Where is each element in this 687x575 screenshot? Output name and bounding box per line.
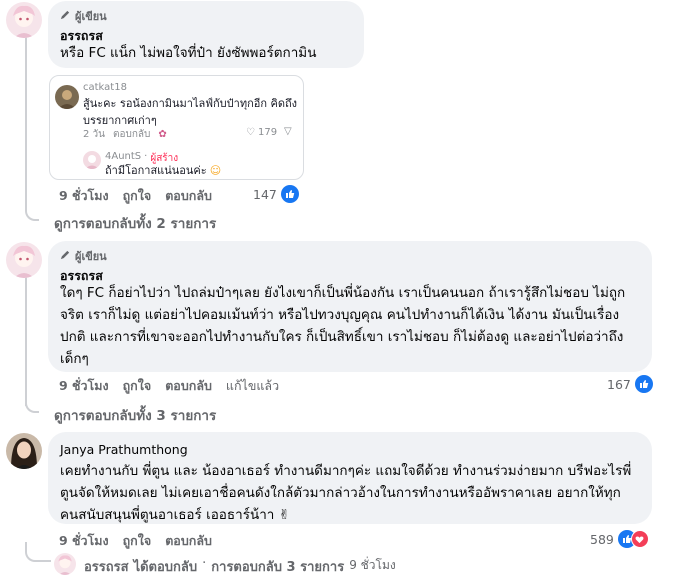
comment-text-line: ตูนจัดให้หมดเลย ไม่เคยเอาชื่อคนดังใกล้ตั… (60, 485, 621, 501)
view-replies-link[interactable]: ดูการตอบกลับทั้ง 2 รายการ (54, 212, 216, 234)
avatar[interactable] (54, 553, 76, 575)
separator: · (202, 556, 207, 571)
reply-summary[interactable]: อรรถรส ได้ตอบกลับ · การตอบกลับ 3 รายการ … (84, 556, 396, 575)
comment-author[interactable]: อรรถรส (60, 266, 640, 283)
comment-thread: ผู้เขียน อรรถรส หรือ FC แน็ก ไม่พอใจที่ป… (0, 0, 687, 575)
thumbs-up-icon (280, 185, 299, 203)
thumbs-up-icon (634, 375, 653, 393)
reply-summary-name: อรรถรส (84, 560, 129, 575)
comment-text-line: ใดๆ FC ก็อย่าไปว่า ไปถล่มป๋าๆเลย ยังไงเข… (60, 285, 626, 301)
comment-text: ใดๆ FC ก็อย่าไปว่า ไปถล่มป๋าๆเลย ยังไงเข… (60, 282, 640, 370)
embed-meta: 2 วัน ตอบกลับ ✿ (83, 127, 167, 142)
comment-time[interactable]: 9 ชั่วโมง (59, 531, 109, 551)
view-replies-link[interactable]: ดูการตอบกลับทั้ง 3 รายการ (54, 404, 216, 426)
embed-like-count: 179 (257, 127, 278, 138)
pen-icon (60, 249, 71, 263)
comment-bubble: Janya Prathumthong เคยทำงานกับ พี่ตูน แล… (48, 432, 652, 524)
embed-date: 2 วัน (83, 129, 105, 140)
reaction-count[interactable]: 147 (253, 185, 299, 203)
reaction-count[interactable]: 589 (590, 530, 649, 548)
comment-author[interactable]: Janya Prathumthong (60, 442, 640, 458)
comment-text-line: เด็กๆ (60, 351, 89, 367)
reaction-count-value: 589 (590, 531, 614, 547)
comment-bubble: ผู้เขียน อรรถรส ใดๆ FC ก็อย่าไปว่า ไปถล่… (48, 241, 652, 372)
reply-button[interactable]: ตอบกลับ (165, 531, 212, 551)
embed-text-line: สู้นะคะ รอน้องกามินมาไลฟ์กับป๋าทุกอีก คิ… (83, 97, 298, 110)
comment-text-line: จริต เราก็ไม่ดู แต่อย่าไปคอมเม้นท์ว่า หร… (60, 307, 620, 323)
author-badge-label: ผู้เขียน (75, 10, 107, 23)
thread-connector (25, 399, 39, 413)
thread-connector (25, 542, 51, 562)
comment-time[interactable]: 9 ชั่วโมง (59, 376, 109, 396)
comment-actions: 9 ชั่วโมง ถูกใจ ตอบกลับ แก้ไขแล้ว (59, 376, 279, 396)
reply-summary-count: การตอบกลับ 3 รายการ (211, 560, 345, 575)
thread-line (25, 276, 27, 406)
heart-icon (630, 530, 649, 548)
like-button[interactable]: ถูกใจ (123, 531, 152, 551)
embed-likes: ♡ 179 (246, 127, 277, 138)
comment-actions: 9 ชั่วโมง ถูกใจ ตอบกลับ (59, 186, 212, 206)
pen-icon (60, 9, 71, 23)
avatar[interactable] (6, 433, 42, 469)
reaction-count[interactable]: 167 (607, 375, 653, 393)
avatar (83, 151, 101, 169)
smiling-hearts-emoji: ☺ (209, 164, 222, 177)
dislike-icon: ▽ (284, 126, 292, 137)
embed-reply-text: ถ้ามีโอกาสแน่นอนค่ะ ☺ (105, 162, 221, 179)
embed-reply-text-value: ถ้ามีโอกาสแน่นอนค่ะ (105, 164, 207, 177)
comment-text: เคยทำงานกับ พี่ตูน และ น้องอาเธอร์ ทำงาน… (60, 460, 640, 526)
embed-reply: ตอบกลับ (113, 129, 151, 140)
comment-text: หรือ FC แน็ก ไม่พอใจที่ป๋า ยังซัพพอร์ตกา… (60, 45, 317, 61)
embed-username: catkat18 (83, 82, 127, 93)
heart-outline-icon: ♡ (246, 127, 255, 138)
reply-summary-action: ได้ตอบกลับ (133, 560, 198, 575)
edited-label[interactable]: แก้ไขแล้ว (226, 376, 279, 396)
like-button[interactable]: ถูกใจ (123, 376, 152, 396)
comment-bubble: ผู้เขียน อรรถรส หรือ FC แน็ก ไม่พอใจที่ป… (48, 1, 364, 68)
reaction-count-value: 167 (607, 376, 631, 392)
avatar[interactable] (6, 242, 42, 278)
author-badge-label: ผู้เขียน (75, 250, 107, 263)
like-button[interactable]: ถูกใจ (123, 186, 152, 206)
author-badge: ผู้เขียน (60, 249, 640, 263)
avatar (55, 85, 79, 109)
thread-line (25, 36, 27, 207)
thread-connector (25, 207, 39, 221)
comment-text-line: คนสนับสนุนพี่ตูนอาเธอร์ เออธาร์น้าา ✌ (60, 507, 290, 523)
reaction-count-value: 147 (253, 186, 277, 202)
comment-actions: 9 ชั่วโมง ถูกใจ ตอบกลับ (59, 531, 212, 551)
reply-summary-time: 9 ชั่วโมง (349, 558, 396, 572)
emoji-icon: ✿ (158, 129, 167, 140)
reply-button[interactable]: ตอบกลับ (165, 186, 212, 206)
comment-text-line: ปกติ และการที่เขาจะออกไปทำงานกับใคร ก็เป… (60, 329, 624, 345)
comment-text-line: เคยทำงานกับ พี่ตูน และ น้องอาเธอร์ ทำงาน… (60, 463, 632, 479)
embed-text: สู้นะคะ รอน้องกามินมาไลฟ์กับป๋าทุกอีก คิ… (83, 95, 298, 129)
comment-author[interactable]: อรรถรส (60, 26, 352, 43)
embedded-comment-card: catkat18 สู้นะคะ รอน้องกามินมาไลฟ์กับป๋า… (49, 75, 304, 180)
author-badge: ผู้เขียน (60, 9, 352, 23)
avatar[interactable] (6, 2, 42, 38)
comment-time[interactable]: 9 ชั่วโมง (59, 186, 109, 206)
reply-button[interactable]: ตอบกลับ (165, 376, 212, 396)
